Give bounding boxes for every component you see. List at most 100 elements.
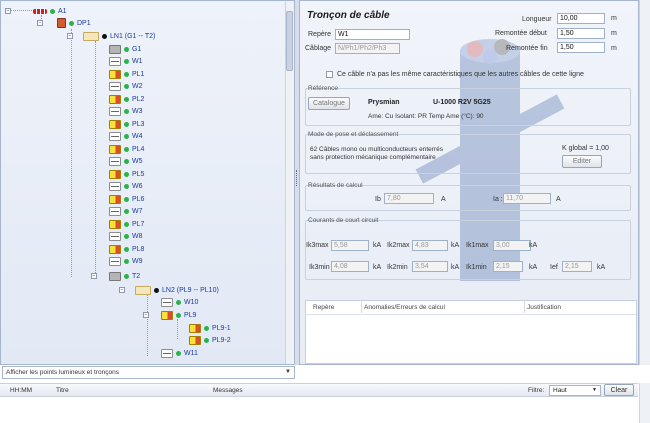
different-cable-checkbox[interactable]: Ce câble n'a pas les même caractéristiqu… — [326, 71, 584, 78]
collapse-icon[interactable]: − — [37, 20, 43, 26]
tree-node-label: LN1 (G1 -- T2) — [110, 32, 156, 40]
tree-node-w9[interactable]: W9 — [109, 255, 143, 267]
status-ok-icon — [124, 46, 129, 52]
status-icon — [154, 287, 159, 293]
status-ok-icon — [124, 246, 129, 252]
tree-node-pl6[interactable]: PL6 — [109, 193, 144, 205]
tree-node-label: W1 — [132, 57, 143, 65]
ib-field[interactable]: 7,80 — [384, 193, 434, 204]
tree-node-pl4[interactable]: PL4 — [109, 143, 144, 155]
tree-node-pl9-2[interactable]: PL9-2 — [189, 334, 231, 346]
tree-node-ln2[interactable]: − LN2 (PL9 -- PL10) — [119, 284, 219, 296]
ik3min-unit: kA — [373, 264, 382, 271]
ief-field[interactable]: 2,15 — [562, 261, 592, 272]
tree-node-pl2[interactable]: PL2 — [109, 93, 144, 105]
status-ok-icon — [176, 299, 181, 305]
tree-node-t2[interactable]: − T2 — [91, 270, 140, 282]
repere-field[interactable]: W1 — [335, 29, 410, 40]
cablage-field[interactable]: N/Ph1/Ph2/Ph3 — [335, 43, 400, 54]
tree-node-label: PL3 — [132, 120, 145, 128]
remontee-debut-field[interactable]: 1,50 — [557, 28, 605, 39]
clear-button[interactable]: Clear — [604, 384, 634, 396]
tree-node-a1[interactable]: − A1 — [5, 5, 67, 17]
col-header-title[interactable]: Titre — [56, 387, 69, 394]
collapse-icon[interactable]: − — [119, 287, 125, 293]
col-header-messages[interactable]: Messages — [213, 387, 243, 394]
tree-node-pl8[interactable]: PL8 — [109, 243, 144, 255]
tree-node-w3[interactable]: W3 — [109, 105, 143, 117]
catalogue-button[interactable]: Catalogue — [308, 97, 350, 110]
tree-node-label: PL5 — [132, 170, 145, 178]
tree-node-label: PL9-1 — [212, 324, 231, 332]
tree-node-pl3[interactable]: PL3 — [109, 118, 144, 130]
longueur-field[interactable]: 10,00 — [557, 13, 605, 24]
panel-title: Tronçon de câble — [307, 10, 390, 21]
tree-node-w8[interactable]: W8 — [109, 230, 143, 242]
tree-node-pl9[interactable]: − PL9 — [143, 309, 196, 321]
ik2max-field[interactable]: 4,83 — [412, 240, 448, 251]
tree-node-label: W5 — [132, 157, 143, 165]
line-icon — [83, 31, 99, 41]
protection-icon — [109, 44, 121, 54]
collapse-icon[interactable]: − — [91, 273, 97, 279]
chevron-down-icon[interactable]: ▼ — [285, 369, 291, 375]
remontee-fin-field[interactable]: 1,50 — [557, 42, 605, 53]
tree-node-dp1[interactable]: − DP1 — [37, 17, 91, 29]
col-header-repere[interactable]: Repère — [313, 304, 334, 311]
ik2min-field[interactable]: 3,54 — [412, 261, 448, 272]
tree-node-label: W6 — [132, 182, 143, 190]
status-ok-icon — [124, 71, 129, 77]
cable-icon — [109, 56, 121, 66]
tree-connector — [177, 319, 178, 339]
main-scrollbar[interactable] — [639, 0, 650, 365]
collapse-icon[interactable]: − — [67, 33, 73, 39]
ik1max-unit: kA — [529, 242, 538, 249]
ik1max-label: Ik1max — [466, 242, 489, 249]
tree-node-w11[interactable]: W11 — [161, 347, 198, 359]
col-header-justification[interactable]: Justification — [527, 304, 561, 311]
light-point-icon — [109, 119, 121, 129]
filter-label: Filtre: — [528, 387, 545, 394]
tree-node-w1[interactable]: W1 — [109, 55, 143, 67]
messages-scrollbar[interactable] — [639, 383, 650, 423]
col-header-anomalies[interactable]: Anomalies/Erreurs de calcul — [364, 304, 445, 311]
status-ok-icon — [124, 208, 129, 214]
status-icon — [102, 33, 107, 39]
cable-brand: Prysmian — [368, 99, 400, 106]
checkbox-icon[interactable] — [326, 71, 333, 78]
ik3max-field[interactable]: 5,58 — [331, 240, 369, 251]
tree-node-ln1[interactable]: − LN1 (G1 -- T2) — [67, 30, 155, 42]
tree-scrollbar-thumb[interactable] — [286, 11, 293, 71]
chevron-down-icon[interactable]: ▼ — [592, 387, 597, 393]
network-tree-panel[interactable]: − A1 − DP1 − LN1 (G1 -- T2) G1 W1 PL1 W2 — [0, 0, 295, 365]
ia-field[interactable]: 11,70 — [503, 193, 551, 204]
tree-node-pl1[interactable]: PL1 — [109, 68, 144, 80]
tree-node-w2[interactable]: W2 — [109, 80, 143, 92]
ia-label: Ia : — [493, 196, 503, 203]
tree-node-w5[interactable]: W5 — [109, 155, 143, 167]
ik1max-field[interactable]: 3,00 — [493, 240, 531, 251]
ik3min-field[interactable]: 4,08 — [331, 261, 369, 272]
status-ok-icon — [124, 96, 129, 102]
tree-node-pl9-1[interactable]: PL9-1 — [189, 322, 231, 334]
tree-node-pl5[interactable]: PL5 — [109, 168, 144, 180]
tree-node-w7[interactable]: W7 — [109, 205, 143, 217]
ik1min-field[interactable]: 2,15 — [493, 261, 523, 272]
tree-node-g1[interactable]: G1 — [109, 43, 141, 55]
collapse-icon[interactable]: − — [143, 312, 149, 318]
log-filter-select[interactable]: Haut ▼ — [549, 385, 601, 396]
splitter-grip-icon[interactable] — [296, 170, 298, 186]
tree-filter-select[interactable]: Afficher les points lumineux et tronçons… — [2, 366, 295, 379]
tree-node-w10[interactable]: W10 — [161, 296, 198, 308]
status-ok-icon — [204, 325, 209, 331]
col-header-time[interactable]: HH:MM — [10, 387, 32, 394]
remontee-fin-label: Remontée fin — [506, 45, 548, 52]
messages-list[interactable] — [0, 397, 638, 423]
tree-node-w6[interactable]: W6 — [109, 180, 143, 192]
anomalies-table[interactable]: Repère Anomalies/Erreurs de calcul Justi… — [305, 300, 637, 364]
edit-mode-pose-button[interactable]: Editer — [562, 155, 602, 168]
collapse-icon[interactable]: − — [5, 8, 11, 14]
tree-node-w4[interactable]: W4 — [109, 130, 143, 142]
tree-filter-value: Afficher les points lumineux et tronçons — [6, 369, 119, 376]
tree-node-pl7[interactable]: PL7 — [109, 218, 144, 230]
